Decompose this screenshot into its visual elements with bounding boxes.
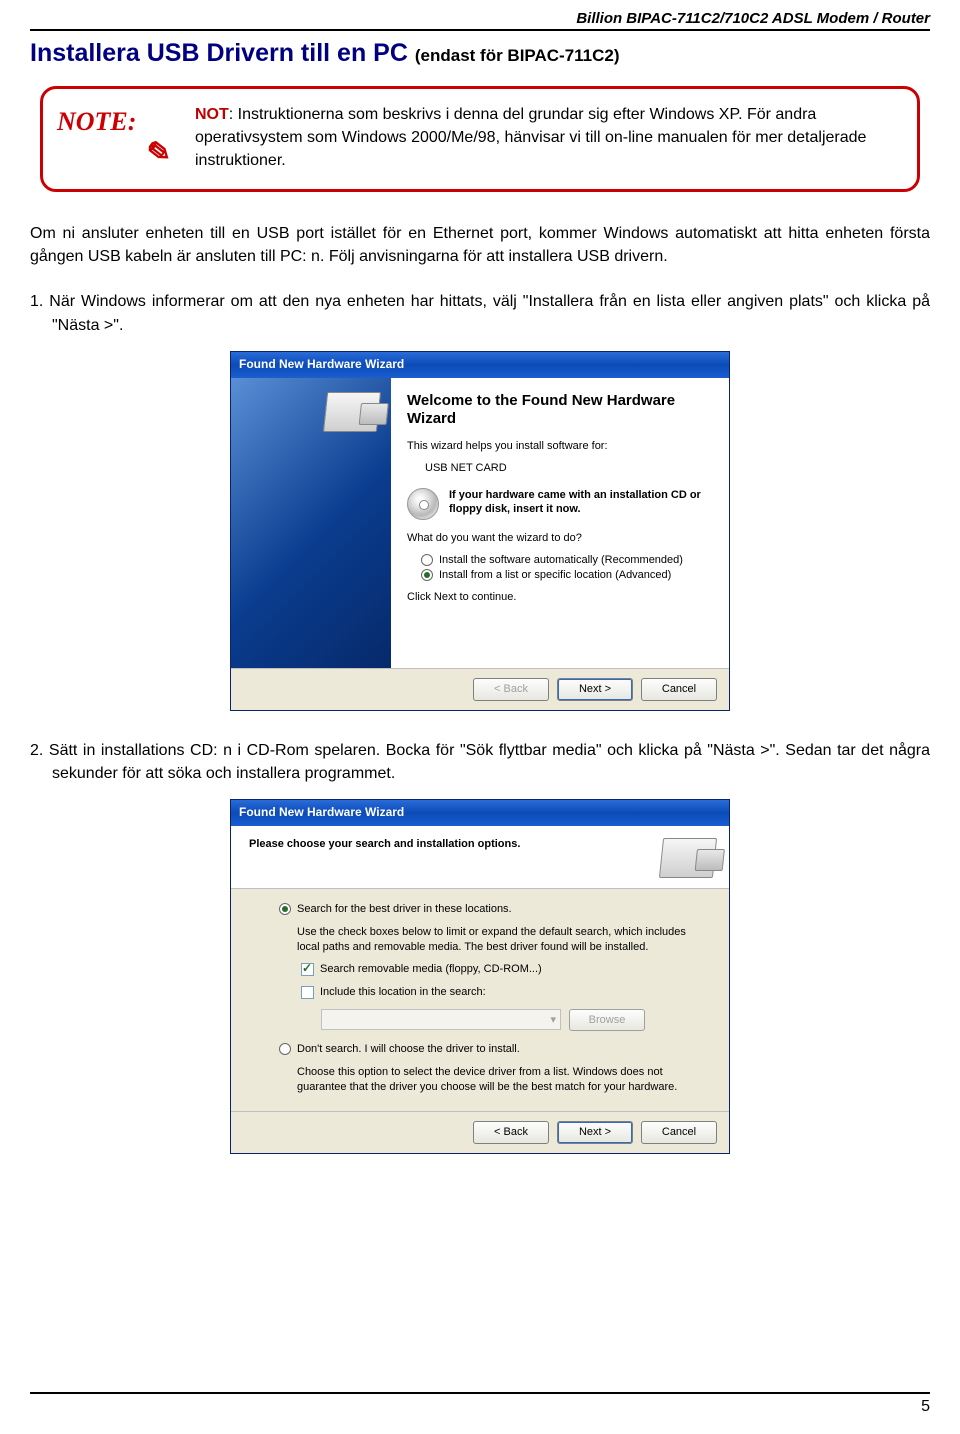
wizard-2-r1-desc: Use the check boxes below to limit or ex…: [297, 925, 699, 955]
step-1: 1. När Windows informerar om att den nya…: [52, 290, 930, 336]
wizard-1-continue: Click Next to continue.: [407, 591, 713, 603]
wizard-1-question: What do you want the wizard to do?: [407, 532, 713, 544]
wizard-2-dontsearch-option[interactable]: Don't search. I will choose the driver t…: [279, 1043, 699, 1055]
cd-icon: [407, 488, 439, 520]
wizard-1-device: USB NET CARD: [425, 462, 713, 474]
checkbox-icon: [301, 986, 314, 999]
page-title: Installera USB Drivern till en PC (endas…: [30, 39, 930, 68]
hardware-icon: [323, 392, 381, 432]
title-main: Installera USB Drivern till en PC: [30, 39, 408, 67]
document-header: Billion BIPAC-711C2/710C2 ADSL Modem / R…: [30, 10, 930, 31]
title-sub: (endast för BIPAC-711C2): [415, 46, 620, 65]
cancel-button[interactable]: Cancel: [641, 1121, 717, 1144]
note-icon: NOTE: ✎: [57, 103, 177, 173]
wizard-1-helps: This wizard helps you install software f…: [407, 440, 713, 452]
footer-rule: [30, 1392, 930, 1394]
next-button[interactable]: Next >: [557, 1121, 633, 1144]
browse-button: Browse: [569, 1009, 645, 1031]
back-button: < Back: [473, 678, 549, 701]
radio-icon: [421, 554, 433, 566]
wizard-2-header: Please choose your search and installati…: [231, 826, 729, 889]
step-1-text: När Windows informerar om att den nya en…: [49, 293, 930, 333]
wizard-1-cd-text: If your hardware came with an installati…: [449, 488, 713, 517]
wizard-2-r1-label: Search for the best driver in these loca…: [297, 903, 512, 915]
wizard-1-opt2-label: Install from a list or specific location…: [439, 569, 671, 581]
note-text: NOT: Instruktionerna som beskrivs i denn…: [195, 103, 899, 173]
radio-icon: [279, 903, 291, 915]
wizard-1: Found New Hardware Wizard Welcome to the…: [230, 351, 730, 711]
wizard-1-opt1-label: Install the software automatically (Reco…: [439, 554, 683, 566]
wizard-1-option-advanced[interactable]: Install from a list or specific location…: [421, 569, 713, 581]
back-button[interactable]: < Back: [473, 1121, 549, 1144]
wizard-2-cb1-label: Search removable media (floppy, CD-ROM..…: [320, 963, 542, 975]
step-2: 2. Sätt in installations CD: n i CD-Rom …: [52, 739, 930, 785]
wizard-1-welcome: Welcome to the Found New Hardware Wizard: [407, 392, 713, 428]
step-2-num: 2.: [30, 742, 43, 759]
wizard-1-footer: < Back Next > Cancel: [231, 668, 729, 710]
intro-paragraph: Om ni ansluter enheten till en USB port …: [30, 222, 930, 268]
wizard-2-search-option[interactable]: Search for the best driver in these loca…: [279, 903, 699, 915]
hardware-icon: [659, 838, 717, 878]
wizard-2-r2-desc: Choose this option to select the device …: [297, 1065, 699, 1095]
page-number: 5: [921, 1398, 930, 1416]
dropdown-arrow-icon: ▾: [550, 1013, 556, 1026]
radio-icon: [279, 1043, 291, 1055]
note-label: NOT: [195, 106, 229, 123]
cancel-button[interactable]: Cancel: [641, 678, 717, 701]
checkbox-icon: [301, 963, 314, 976]
wizard-2-cb2-label: Include this location in the search:: [320, 986, 486, 998]
wizard-1-banner: [231, 378, 391, 668]
wizard-1-option-auto[interactable]: Install the software automatically (Reco…: [421, 554, 713, 566]
note-body: : Instruktionerna som beskrivs i denna d…: [195, 106, 866, 169]
path-dropdown: ▾: [321, 1009, 561, 1030]
wizard-2-footer: < Back Next > Cancel: [231, 1111, 729, 1153]
wizard-2-body: Search for the best driver in these loca…: [231, 889, 729, 1110]
note-box: NOTE: ✎ NOT: Instruktionerna som beskriv…: [40, 86, 920, 192]
wizard-2: Found New Hardware Wizard Please choose …: [230, 799, 730, 1153]
step-1-num: 1.: [30, 293, 43, 310]
next-button[interactable]: Next >: [557, 678, 633, 701]
wizard-2-head-text: Please choose your search and installati…: [249, 838, 520, 850]
wizard-1-titlebar: Found New Hardware Wizard: [231, 352, 729, 378]
radio-icon: [421, 569, 433, 581]
wizard-2-cb-removable[interactable]: Search removable media (floppy, CD-ROM..…: [301, 963, 699, 976]
step-2-text: Sätt in installations CD: n i CD-Rom spe…: [49, 742, 930, 782]
wizard-2-cb-include[interactable]: Include this location in the search:: [301, 986, 699, 999]
wizard-1-content: Welcome to the Found New Hardware Wizard…: [391, 378, 729, 668]
wizard-2-titlebar: Found New Hardware Wizard: [231, 800, 729, 826]
wizard-2-r2-label: Don't search. I will choose the driver t…: [297, 1043, 520, 1055]
note-icon-text: NOTE:: [57, 107, 136, 136]
pencil-icon: ✎: [140, 133, 173, 173]
